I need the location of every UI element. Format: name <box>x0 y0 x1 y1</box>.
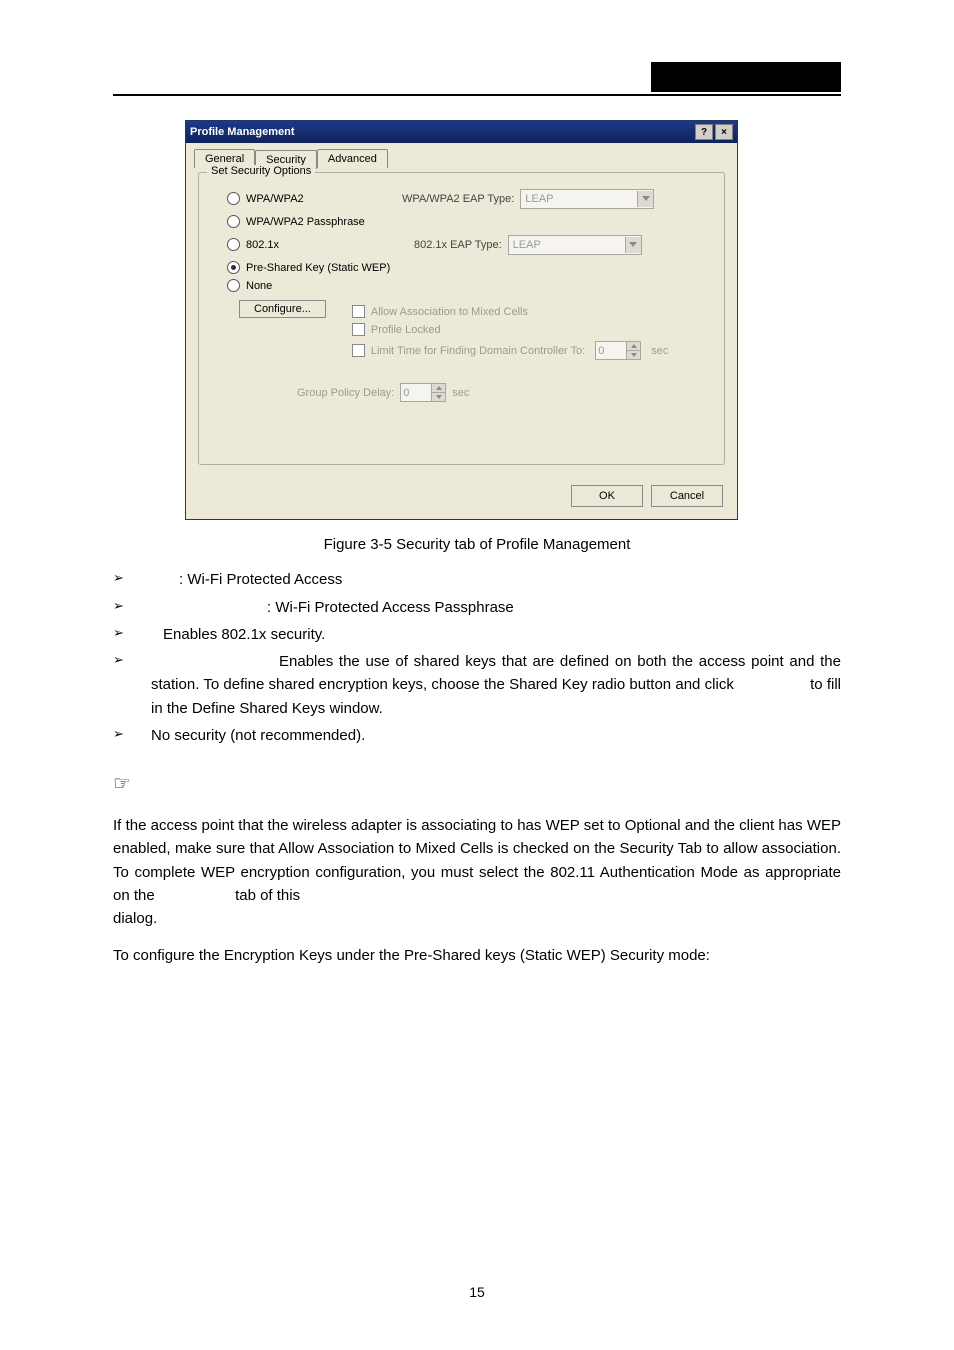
bullet-4: Enables the use of shared keys that are … <box>151 650 841 720</box>
note-text-a: If the access point that the wireless ad… <box>113 817 841 904</box>
bullet-arrow-icon: ➢ <box>113 623 123 646</box>
cancel-button[interactable]: Cancel <box>651 485 723 507</box>
ok-button[interactable]: OK <box>571 485 643 507</box>
note-paragraph: If the access point that the wireless ad… <box>113 814 841 930</box>
gpd-spinner[interactable]: 0 <box>400 383 446 402</box>
checkbox-mixed-label: Allow Association to Mixed Cells <box>371 306 528 318</box>
spinner-down-icon <box>631 353 637 357</box>
configure-button[interactable]: Configure... <box>239 300 326 318</box>
limit-unit: sec <box>651 345 668 357</box>
document-body: Figure 3-5 Security tab of Profile Manag… <box>113 533 841 968</box>
radio-none-label: None <box>246 280 272 292</box>
limit-value: 0 <box>595 341 627 360</box>
radio-psk[interactable] <box>227 261 240 274</box>
note-hand-icon: ☞ <box>113 769 841 800</box>
gpd-value: 0 <box>400 383 432 402</box>
radio-8021x-label: 802.1x <box>246 239 279 251</box>
dialog-title: Profile Management <box>190 126 295 138</box>
header-black-band <box>651 62 841 92</box>
chevron-down-icon <box>637 191 653 207</box>
group-title: Set Security Options <box>207 165 315 177</box>
checkbox-profile-locked[interactable] <box>352 323 365 336</box>
header-rule <box>113 94 841 96</box>
gpd-label: Group Policy Delay: <box>297 387 394 399</box>
close-button[interactable]: × <box>715 124 733 140</box>
bullet-arrow-icon: ➢ <box>113 596 123 619</box>
checkbox-mixed-cells[interactable] <box>352 305 365 318</box>
security-options-group: Set Security Options WPA/WPA2 WPA/WPA2 E… <box>198 172 725 465</box>
bullet-3: Enables 802.1x security. <box>163 623 841 646</box>
final-paragraph: To configure the Encryption Keys under t… <box>113 944 841 967</box>
bullet-1: : Wi-Fi Protected Access <box>179 568 841 591</box>
radio-8021x[interactable] <box>227 238 240 251</box>
figure-caption: Figure 3-5 Security tab of Profile Manag… <box>113 533 841 556</box>
bullet-2: : Wi-Fi Protected Access Passphrase <box>267 596 841 619</box>
note-text-c: dialog. <box>113 910 157 927</box>
profile-management-dialog: Profile Management ? × General Security … <box>185 120 738 520</box>
bullet-arrow-icon: ➢ <box>113 724 123 747</box>
wpa-eap-label: WPA/WPA2 EAP Type: <box>402 193 514 205</box>
radio-none[interactable] <box>227 279 240 292</box>
note-text-b: tab of this <box>235 887 300 904</box>
tab-advanced[interactable]: Advanced <box>317 149 388 168</box>
checkbox-limit-time[interactable] <box>352 344 365 357</box>
bullet-5: No security (not recommended). <box>151 724 841 747</box>
8021x-eap-value: LEAP <box>513 239 541 251</box>
chevron-down-icon <box>625 237 641 253</box>
checkbox-limit-label: Limit Time for Finding Domain Controller… <box>371 345 585 357</box>
radio-psk-label: Pre-Shared Key (Static WEP) <box>246 262 390 274</box>
radio-wpa-pass-label: WPA/WPA2 Passphrase <box>246 216 365 228</box>
8021x-eap-select[interactable]: LEAP <box>508 235 642 255</box>
radio-wpa-passphrase[interactable] <box>227 215 240 228</box>
limit-spinner[interactable]: 0 <box>595 341 641 360</box>
checkbox-locked-label: Profile Locked <box>371 324 441 336</box>
bullet-arrow-icon: ➢ <box>113 568 123 591</box>
bullet-arrow-icon: ➢ <box>113 650 123 720</box>
bullet-4a: Enables the use of shared keys that are … <box>151 653 841 693</box>
wpa-eap-select[interactable]: LEAP <box>520 189 654 209</box>
wpa-eap-value: LEAP <box>525 193 553 205</box>
spinner-up-icon <box>631 344 637 348</box>
help-button[interactable]: ? <box>695 124 713 140</box>
radio-wpa[interactable] <box>227 192 240 205</box>
radio-wpa-label: WPA/WPA2 <box>246 193 304 205</box>
spinner-up-icon <box>436 386 442 390</box>
8021x-eap-label: 802.1x EAP Type: <box>414 239 502 251</box>
spinner-down-icon <box>436 395 442 399</box>
gpd-unit: sec <box>452 387 469 399</box>
page-number: 15 <box>0 1284 954 1300</box>
dialog-titlebar: Profile Management ? × <box>186 121 737 143</box>
